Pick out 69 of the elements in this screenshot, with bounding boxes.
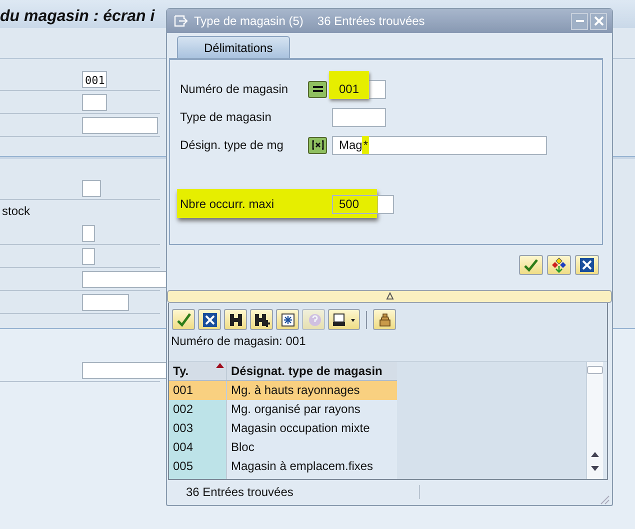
new-entry-button[interactable] <box>276 309 299 330</box>
print-button[interactable] <box>328 309 360 330</box>
selection-info: Numéro de magasin: 001 <box>170 332 307 350</box>
pattern-icon[interactable] <box>308 136 327 154</box>
table-cell: 002 <box>169 400 227 419</box>
table-cell: Mg. organisé par rayons <box>227 400 397 419</box>
table-row[interactable]: 001 Mg. à hauts rayonnages <box>169 380 397 400</box>
cancel-icon <box>202 312 218 328</box>
input-field[interactable]: 500 <box>332 194 394 214</box>
dropdown-arrow-icon <box>350 316 356 323</box>
minimize-button[interactable] <box>571 12 588 30</box>
window-icon <box>174 15 188 28</box>
table-cell: 005 <box>169 456 227 476</box>
confirm-button[interactable] <box>172 309 195 330</box>
table-cell: Mg. à hauts rayonnages <box>227 380 397 400</box>
clear-button[interactable] <box>373 309 396 330</box>
input-field[interactable] <box>82 94 107 110</box>
table-cell: Magasin occupation mixte <box>227 418 397 438</box>
column-header[interactable]: Ty. <box>169 362 227 380</box>
scroll-up-icon[interactable] <box>591 452 599 457</box>
equals-icon[interactable] <box>308 80 327 98</box>
asterisk-icon <box>280 312 296 328</box>
field-label: stock <box>2 204 30 218</box>
checkmark-icon <box>176 312 192 328</box>
close-button[interactable] <box>590 12 607 30</box>
table-cell: 001 <box>169 380 227 400</box>
input-field[interactable] <box>82 224 95 242</box>
tab[interactable]: Délimitations <box>177 36 290 58</box>
close-icon <box>594 16 604 26</box>
scrollbar-thumb[interactable] <box>587 366 603 374</box>
field-label: Numéro de magasin <box>180 82 290 96</box>
field-label: Désign. type de mg <box>180 138 284 152</box>
input-field[interactable] <box>82 116 158 134</box>
cancel-button[interactable] <box>198 309 221 330</box>
cancel-button[interactable] <box>575 254 599 275</box>
input-field[interactable] <box>332 108 386 127</box>
table-cell: 004 <box>169 438 227 457</box>
dialog-subtitle: 36 Entrées trouvées <box>317 14 425 28</box>
field-label: Type de magasin <box>180 110 272 124</box>
table-row[interactable]: 004 Bloc <box>169 438 397 457</box>
field-label: Nbre occurr. maxi <box>180 197 276 212</box>
status-text: 36 Entrées trouvées <box>186 485 294 500</box>
multiple-selection-button[interactable] <box>547 254 571 275</box>
printer-icon <box>332 312 348 328</box>
resize-grip-icon[interactable] <box>598 493 610 505</box>
column-header[interactable]: Désignat. type de magasin <box>227 362 397 380</box>
input-field[interactable]: Mag* <box>332 136 547 155</box>
input-field[interactable] <box>82 180 101 196</box>
screen-title: du magasin : écran i <box>0 7 155 27</box>
field-value: 500 <box>333 196 378 213</box>
confirm-button[interactable] <box>519 254 543 275</box>
field-value: Mag* <box>338 138 370 152</box>
input-field[interactable] <box>82 248 95 264</box>
scroll-down-icon[interactable] <box>591 466 599 471</box>
table-cell: Magasin à emplacem.fixes <box>227 456 397 476</box>
table-row[interactable]: 002 Mg. organisé par rayons <box>169 400 397 419</box>
splitter-bar[interactable] <box>167 290 612 303</box>
table-cell: 003 <box>169 418 227 438</box>
dialog-title: Type de magasin (5) <box>194 14 304 28</box>
field-value: 001 <box>338 82 360 96</box>
find-button[interactable] <box>224 309 247 330</box>
input-field[interactable] <box>82 294 129 310</box>
table-row[interactable]: 003 Magasin occupation mixte <box>169 418 397 438</box>
minimize-icon <box>576 20 584 22</box>
scrollbar[interactable] <box>586 362 603 479</box>
table-row[interactable]: 005 Magasin à emplacem.fixes <box>169 456 397 476</box>
input-field[interactable]: 001 <box>82 70 107 88</box>
table-cell: Bloc <box>227 438 397 457</box>
find-next-button[interactable] <box>250 309 273 330</box>
